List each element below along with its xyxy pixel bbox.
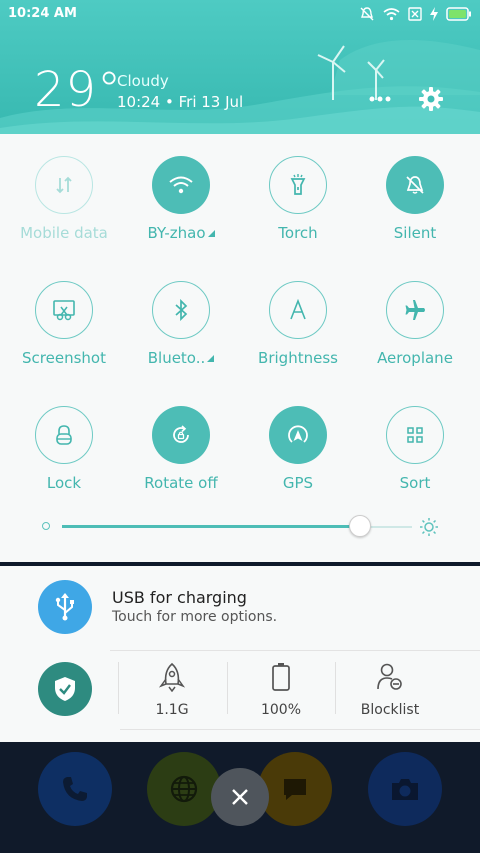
slider-knob[interactable] — [348, 515, 371, 537]
usb-notification-card[interactable]: USB for charging Touch for more options.… — [0, 566, 480, 742]
tile-label: Lock — [46, 474, 82, 492]
divider — [120, 729, 480, 730]
gps-icon — [288, 425, 308, 443]
usb-icon — [38, 580, 92, 634]
tile-bluetooth[interactable]: Blueto.. — [122, 281, 240, 367]
tile-label: Brightness — [258, 349, 338, 367]
expand-arrow-icon[interactable] — [207, 355, 215, 362]
brightness-high-icon — [420, 518, 438, 536]
silent-icon — [406, 176, 424, 194]
close-button[interactable] — [211, 768, 269, 826]
divider — [335, 662, 336, 714]
tile-label: Screenshot — [22, 349, 106, 367]
bluetooth-icon — [175, 299, 188, 321]
memory-value: 1.1G — [155, 702, 189, 718]
sort-grid-icon — [407, 427, 423, 443]
torch-icon — [290, 174, 306, 195]
globe-icon — [170, 775, 198, 803]
memory-cleaner[interactable]: 1.1G — [127, 662, 217, 718]
brightness-slider[interactable] — [40, 515, 440, 537]
blocklist[interactable]: Blocklist — [345, 662, 435, 718]
battery-outline-icon — [272, 663, 290, 691]
tile-label: Torch — [278, 224, 318, 242]
divider — [110, 650, 480, 651]
mobile-data-icon — [56, 176, 72, 194]
camera-icon — [392, 779, 418, 800]
settings-gear-icon[interactable] — [418, 86, 444, 112]
lock-icon — [56, 425, 72, 445]
divider — [118, 662, 119, 714]
battery-icon — [446, 7, 471, 21]
notification-header: 10:24 AM 29° Cloudy 10:24 • Fri 13 Jul — [0, 0, 480, 135]
tile-label: Blueto.. — [147, 349, 206, 367]
aeroplane-icon — [405, 300, 425, 320]
tile-aeroplane[interactable]: Aeroplane — [356, 281, 474, 367]
tile-mobile-data[interactable]: Mobile data — [5, 156, 123, 242]
dock-app-browser[interactable] — [147, 752, 221, 826]
status-bar: 10:24 AM — [0, 6, 480, 24]
tile-rotate[interactable]: Rotate off — [122, 406, 240, 492]
user-block-icon — [377, 663, 402, 690]
quick-settings-panel: Mobile data BY-zhao Torch Silent Screens… — [0, 134, 480, 562]
notification-subtitle: Touch for more options. — [112, 609, 278, 625]
notification-title: USB for charging — [112, 588, 247, 607]
brightness-auto-icon — [290, 299, 306, 320]
tile-screenshot[interactable]: Screenshot — [5, 281, 123, 367]
screenshot-icon — [53, 300, 75, 321]
tile-label: Silent — [393, 224, 437, 242]
tile-brightness[interactable]: Brightness — [239, 281, 357, 367]
charging-bolt-icon — [430, 7, 438, 21]
wifi-icon — [169, 176, 193, 194]
weather-condition: Cloudy — [117, 72, 169, 90]
phone-icon — [63, 777, 87, 801]
wifi-status-icon — [383, 8, 400, 21]
brightness-low-icon — [42, 522, 50, 530]
no-sim-icon — [408, 7, 422, 21]
security-shield-button[interactable] — [38, 662, 92, 716]
slider-fill — [62, 525, 360, 528]
temperature: 29° — [34, 62, 123, 118]
dock-app-phone[interactable] — [38, 752, 112, 826]
tile-label: Rotate off — [144, 474, 218, 492]
tile-silent[interactable]: Silent — [356, 156, 474, 242]
tile-wifi[interactable]: BY-zhao — [122, 156, 240, 242]
divider — [227, 662, 228, 714]
battery-status[interactable]: 100% — [236, 662, 326, 718]
date-time: 10:24 • Fri 13 Jul — [117, 93, 244, 111]
tile-gps[interactable]: GPS — [239, 406, 357, 492]
tile-label: Sort — [399, 474, 431, 492]
mute-icon — [360, 7, 374, 21]
tile-torch[interactable]: Torch — [239, 156, 357, 242]
tile-lock[interactable]: Lock — [5, 406, 123, 492]
tile-label: Mobile data — [20, 224, 108, 242]
blocklist-label: Blocklist — [360, 702, 420, 718]
rocket-icon — [158, 662, 186, 693]
tile-label: GPS — [282, 474, 314, 492]
rotate-lock-icon — [173, 425, 189, 443]
dock-app-camera[interactable] — [368, 752, 442, 826]
dock-app-messages[interactable] — [258, 752, 332, 826]
tile-label: Aeroplane — [377, 349, 453, 367]
expand-arrow-icon[interactable] — [207, 230, 215, 237]
tile-label: BY-zhao — [147, 224, 206, 242]
more-options-icon[interactable] — [369, 94, 391, 104]
battery-value: 100% — [260, 702, 302, 718]
close-icon — [232, 789, 248, 805]
status-time: 10:24 AM — [8, 6, 77, 21]
tile-sort[interactable]: Sort — [356, 406, 474, 492]
message-icon — [284, 779, 306, 800]
shield-check-icon — [55, 677, 75, 701]
